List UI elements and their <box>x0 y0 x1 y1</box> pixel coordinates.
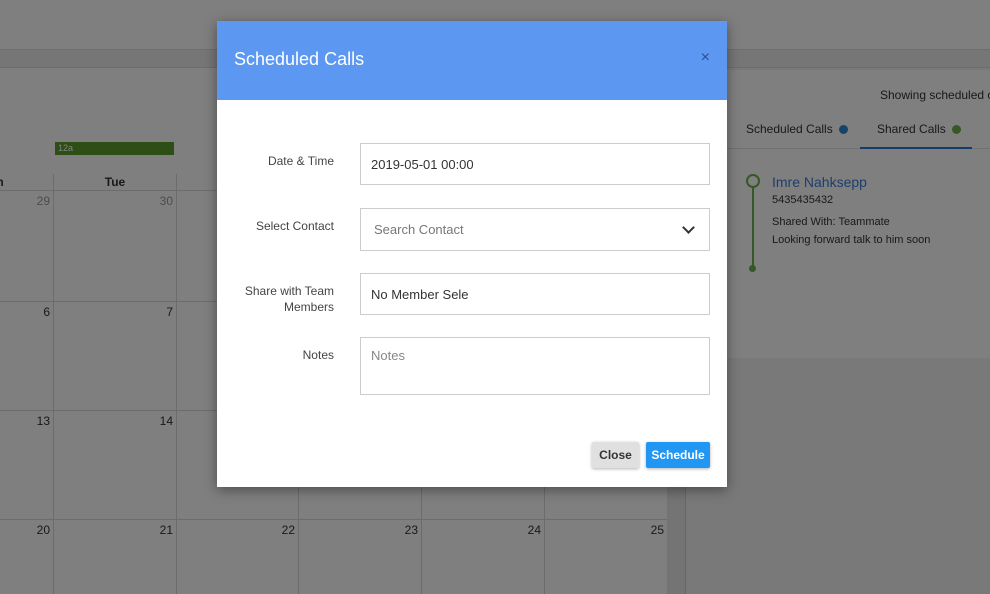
contact-select[interactable]: Search Contact <box>360 208 710 251</box>
schedule-button[interactable]: Schedule <box>646 442 710 468</box>
chevron-down-icon <box>682 220 695 234</box>
datetime-label: Date & Time <box>267 154 334 168</box>
notes-field[interactable] <box>360 337 710 395</box>
datetime-field[interactable] <box>360 143 710 185</box>
modal-title: Scheduled Calls <box>234 49 365 69</box>
team-members-label: Share with Team Members <box>244 284 334 314</box>
close-icon[interactable]: × <box>701 50 710 66</box>
contact-label: Select Contact <box>255 219 334 233</box>
close-button[interactable]: Close <box>592 442 639 468</box>
team-members-field[interactable] <box>360 273 710 315</box>
schedule-call-modal: Scheduled Calls × Date & Time Select Con… <box>217 21 727 487</box>
contact-select-placeholder: Search Contact <box>374 222 464 237</box>
modal-header: Scheduled Calls × <box>217 21 727 100</box>
notes-label: Notes <box>302 348 334 362</box>
